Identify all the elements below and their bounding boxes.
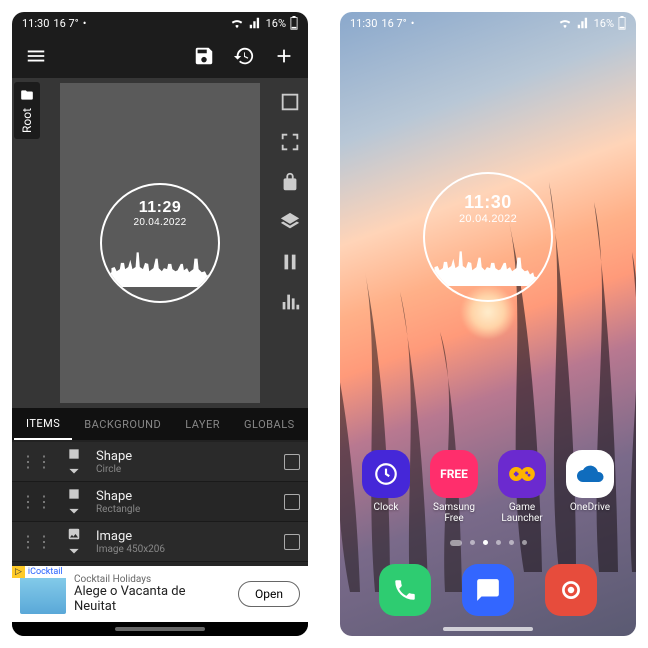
tool-reset[interactable]	[276, 88, 304, 116]
signal-icon	[248, 16, 262, 30]
status-bar: 11:30 16 7° • 16%	[12, 12, 308, 34]
app-samsung-free[interactable]: FREE Samsung Free	[425, 450, 483, 524]
clock-widget[interactable]: 11:30 20.04.2022	[423, 172, 553, 302]
shape-icon	[67, 447, 81, 461]
status-bar: 11:30 16 7° • 16%	[340, 12, 636, 34]
drag-handle-icon[interactable]: ⋮⋮	[20, 454, 52, 470]
editor-screen: 11:30 16 7° • 16%	[12, 12, 308, 636]
phone-icon	[392, 577, 418, 603]
ad-banner[interactable]: ▷iCocktail Cocktail Holidays Alege o Vac…	[12, 566, 308, 622]
arrow-icon	[67, 463, 81, 477]
app-clock[interactable]: Clock	[357, 450, 415, 524]
app-toolbar	[12, 34, 308, 78]
home-screen: 11:30 16 7° • 16% 11:30 20.04.2022	[340, 12, 636, 636]
status-time: 11:30	[350, 17, 377, 30]
app-game-launcher[interactable]: Game Launcher	[493, 450, 551, 524]
folder-icon	[19, 88, 35, 102]
widget-time: 11:30	[464, 192, 512, 213]
camera-icon	[558, 577, 584, 603]
history-button[interactable]	[226, 38, 262, 74]
tool-stats[interactable]	[276, 288, 304, 316]
wifi-icon	[230, 16, 244, 30]
drag-handle-icon[interactable]: ⋮⋮	[20, 494, 52, 510]
checkbox[interactable]	[284, 454, 300, 470]
gamepad-icon	[508, 463, 536, 485]
dock-messages[interactable]	[462, 564, 514, 616]
message-icon	[475, 577, 501, 603]
save-button[interactable]	[186, 38, 222, 74]
ad-badge: ▷iCocktail	[12, 566, 66, 578]
dock-phone[interactable]	[379, 564, 431, 616]
preview-canvas[interactable]: 11:29 20.04.2022	[60, 83, 260, 403]
arrow-icon	[67, 543, 81, 557]
tab-layer[interactable]: LAYER	[173, 408, 232, 440]
battery-icon	[618, 16, 626, 30]
battery-pct: 16%	[594, 17, 614, 30]
clock-icon	[373, 461, 399, 487]
status-time: 11:30	[22, 17, 49, 30]
widget-date: 20.04.2022	[133, 217, 186, 228]
tool-lock[interactable]	[276, 168, 304, 196]
checkbox[interactable]	[284, 534, 300, 550]
canvas-area: Root 11:29 20.04.2022	[12, 78, 308, 408]
ad-open-button[interactable]: Open	[238, 581, 300, 607]
tool-fullscreen[interactable]	[276, 128, 304, 156]
app-row: Clock FREE Samsung Free Game Launcher On…	[340, 450, 636, 524]
tab-items[interactable]: ITEMS	[14, 408, 72, 440]
widget-time: 11:29	[139, 199, 182, 217]
cloud-icon	[575, 464, 605, 484]
ad-body: Alege o Vacanta de Neuitat	[74, 585, 230, 614]
status-icons-left: •	[83, 17, 87, 30]
clock-widget: 11:29 20.04.2022	[100, 183, 220, 303]
canvas-side-tools	[276, 88, 304, 316]
root-label: Root	[20, 108, 34, 133]
status-extra: 16 7°	[381, 17, 406, 30]
widget-date: 20.04.2022	[459, 213, 517, 225]
signal-icon	[576, 16, 590, 30]
wifi-icon	[558, 16, 572, 30]
list-item[interactable]: ⋮⋮ ImageImage 450x206	[12, 522, 308, 562]
skyline-image	[425, 244, 551, 286]
page-indicator[interactable]	[340, 540, 636, 546]
arrow-icon	[67, 503, 81, 517]
checkbox[interactable]	[284, 494, 300, 510]
ad-image	[20, 574, 66, 614]
item-list: ⋮⋮ ShapeCircle ⋮⋮ ShapeRectangle ⋮⋮ Imag…	[12, 442, 308, 566]
dock-camera[interactable]	[545, 564, 597, 616]
tool-pause[interactable]	[276, 248, 304, 276]
tab-background[interactable]: BACKGROUND	[72, 408, 173, 440]
nav-bar[interactable]	[340, 622, 636, 636]
battery-icon	[290, 16, 298, 30]
add-button[interactable]	[266, 38, 302, 74]
battery-pct: 16%	[266, 17, 286, 30]
tab-globals[interactable]: GLOBALS	[232, 408, 307, 440]
dock	[340, 564, 636, 616]
shape-icon	[67, 487, 81, 501]
nav-bar[interactable]	[12, 622, 308, 636]
editor-tabs: ITEMS BACKGROUND LAYER GLOBALS S	[12, 408, 308, 442]
app-onedrive[interactable]: OneDrive	[561, 450, 619, 524]
tab-more[interactable]: S	[307, 408, 308, 440]
drag-handle-icon[interactable]: ⋮⋮	[20, 534, 52, 550]
root-tab[interactable]: Root	[14, 82, 40, 139]
tool-layers[interactable]	[276, 208, 304, 236]
skyline-image	[102, 245, 220, 287]
list-item[interactable]: ⋮⋮ ShapeRectangle	[12, 482, 308, 522]
image-icon	[67, 527, 81, 541]
status-extra: 16 7°	[53, 17, 78, 30]
menu-button[interactable]	[18, 38, 54, 74]
list-item[interactable]: ⋮⋮ ShapeCircle	[12, 442, 308, 482]
